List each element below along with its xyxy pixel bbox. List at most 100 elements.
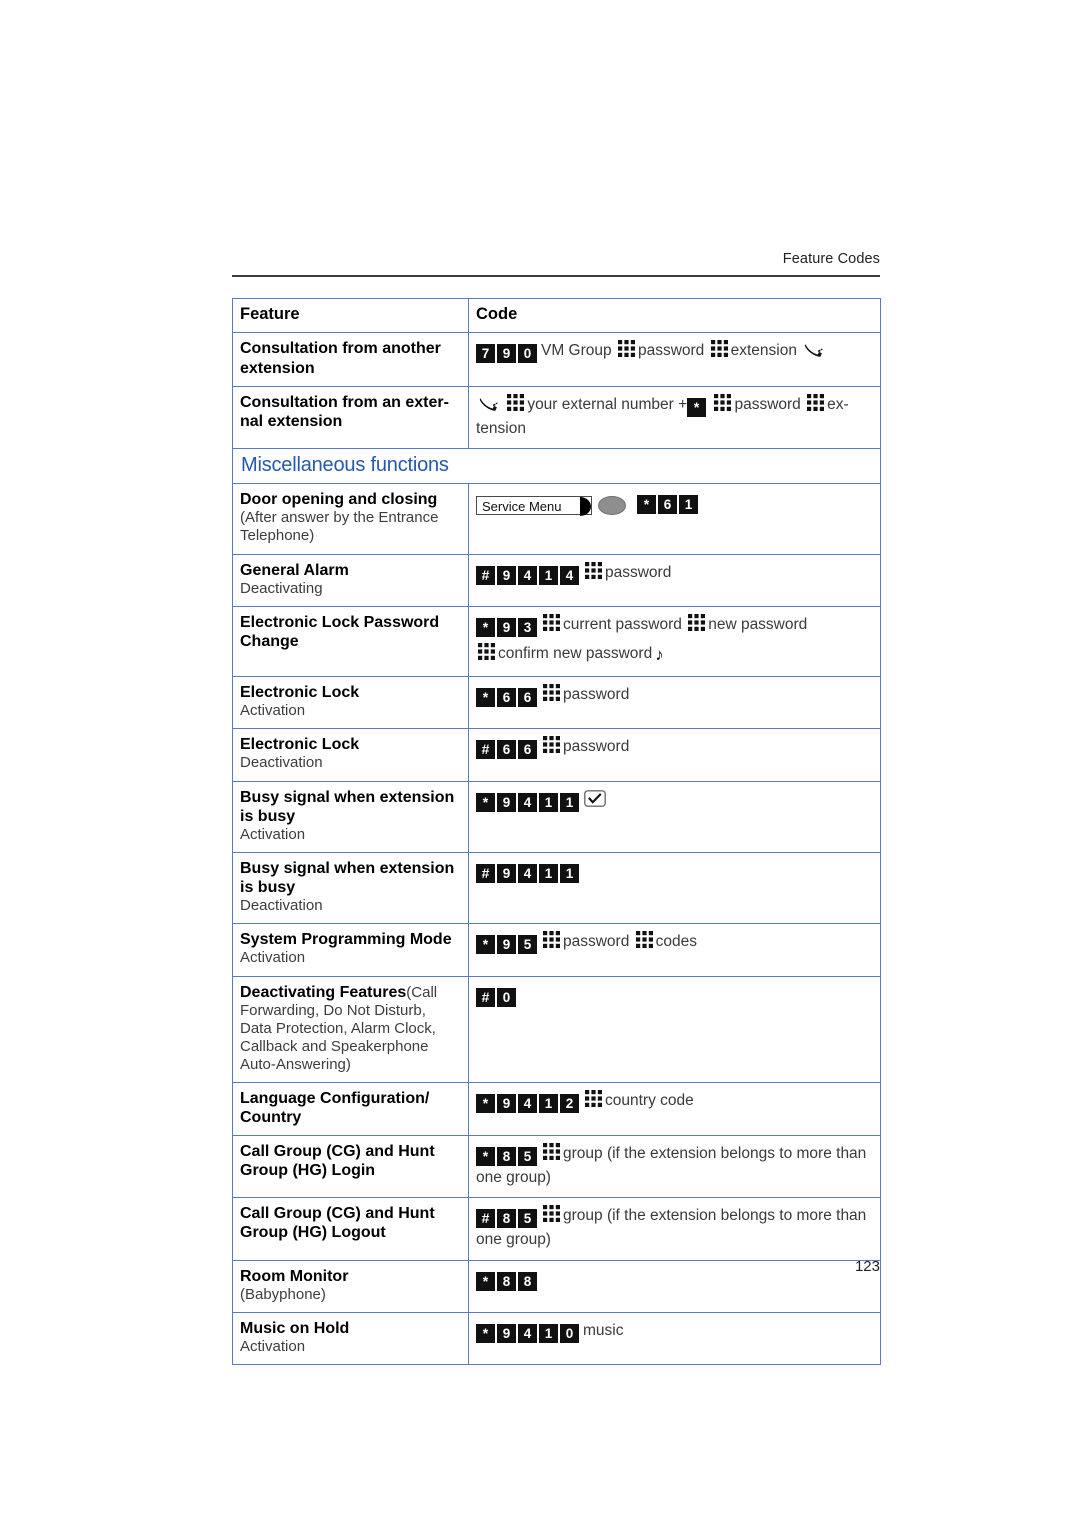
code-line: * 8 5 group (if the extension belongs to mo… xyxy=(476,1142,873,1190)
key-6b: 6 xyxy=(518,740,537,760)
code-line: * 9 4 1 1 xyxy=(476,788,873,812)
feature-cell: Busy signal when extension is busy Activ… xyxy=(232,780,469,853)
keypad-icon xyxy=(478,643,495,661)
service-menu-display: Service Menu xyxy=(476,494,633,518)
key-5: 5 xyxy=(518,935,537,955)
code-line: #0 xyxy=(476,983,873,1007)
key-8: 8 xyxy=(497,1146,516,1166)
feature-cell: Deactivating Features(Call Forwarding, D… xyxy=(232,975,469,1083)
feature-title: Busy signal when extension is busy xyxy=(240,859,455,896)
key-4: 4 xyxy=(518,792,537,812)
code-cell: 7 9 0 VM Group password extension xyxy=(468,332,881,387)
feature-title: Busy signal when extension is busy xyxy=(240,788,455,825)
feature-title: Language Configuration/ Country xyxy=(240,1089,430,1126)
keypad-icon xyxy=(807,393,825,411)
code-label-confirm-password: confirm new password xyxy=(498,645,653,663)
feature-cell: Call Group (CG) and Hunt Group (HG) Logo… xyxy=(232,1197,469,1261)
code-cell: #8 5 group (if the extension belongs to mo… xyxy=(468,1197,881,1261)
table-row: Electronic Lock Activation * 6 6 password xyxy=(232,675,881,730)
code-line: * 9 5 password codes xyxy=(476,930,873,955)
keypad-icon xyxy=(543,683,560,701)
table-row: Call Group (CG) and Hunt Group (HG) Logi… xyxy=(232,1134,881,1199)
table-header-row: Feature Code xyxy=(232,297,881,334)
table-row: Language Configuration/ Country * 9 4 1 2 cou… xyxy=(232,1081,881,1136)
key-star: * xyxy=(476,687,495,707)
feature-cell: Door opening and closing (After answer b… xyxy=(232,483,469,555)
code-line: #6 6 password xyxy=(476,735,873,760)
key-4: 4 xyxy=(518,1324,537,1344)
code-cell: * 9 5 password codes xyxy=(468,923,881,977)
column-header-code: Code xyxy=(468,297,881,334)
section-heading: Miscellaneous functions xyxy=(241,454,449,477)
key-star: * xyxy=(476,935,495,955)
keypad-icon xyxy=(543,1142,560,1160)
table-row: Call Group (CG) and Hunt Group (HG) Logo… xyxy=(232,1197,881,1261)
code-cell: * 6 6 password xyxy=(468,675,881,730)
keypad-icon xyxy=(543,1205,560,1223)
running-header-title: Feature Codes xyxy=(782,251,880,267)
key-9: 9 xyxy=(497,792,516,812)
key-hash: # xyxy=(476,863,495,883)
music-note-icon: ♪ xyxy=(655,645,664,665)
code-label-extension: extension xyxy=(730,342,797,360)
feature-title: Music on Hold xyxy=(240,1320,350,1338)
feature-cell: Electronic Lock Password Change xyxy=(232,606,469,677)
code-label-password: password xyxy=(563,933,630,951)
key-0: 0 xyxy=(497,987,516,1007)
feature-title: Call Group (CG) and Hunt Group (HG) Logi… xyxy=(240,1142,435,1179)
code-line: #9 4 1 1 xyxy=(476,859,873,883)
feature-title: Consultation from an exter- xyxy=(240,393,449,411)
checkmark-key-icon xyxy=(584,789,606,807)
key-5: 5 xyxy=(518,1209,537,1229)
table-row: Music on Hold Activation * 9 4 1 0 music xyxy=(232,1312,881,1366)
key-star: * xyxy=(476,618,495,638)
table-row: Consultation from an exter- nal extensio… xyxy=(232,385,881,450)
feature-title: Door opening and closing xyxy=(240,491,438,509)
feature-cell: Music on Hold Activation xyxy=(232,1312,469,1366)
key-0: 0 xyxy=(518,344,537,364)
keypad-icon xyxy=(585,561,602,579)
code-label-new-password: new password xyxy=(708,616,808,634)
document-page: Feature Codes Feature Code Consultation … xyxy=(0,0,1080,1528)
softkey-arrow-icon xyxy=(580,497,591,517)
header-rule xyxy=(232,274,880,277)
code-label-current-password: current password xyxy=(563,616,682,634)
feature-subtitle: Activation xyxy=(240,701,306,719)
keypad-icon xyxy=(585,1089,602,1107)
key-6: 6 xyxy=(497,687,516,707)
table-row: General Alarm Deactivating #9 4 1 4 password xyxy=(232,553,881,608)
feature-cell: Electronic Lock Deactivation xyxy=(232,728,469,782)
section-heading-row: Miscellaneous functions xyxy=(232,448,881,485)
keypad-icon xyxy=(617,340,635,358)
key-star: * xyxy=(476,792,495,812)
code-label-external-number: your external number + xyxy=(527,395,688,413)
feature-cell: Language Configuration/ Country xyxy=(232,1081,469,1136)
handset-icon xyxy=(803,341,824,358)
key-1b: 1 xyxy=(560,863,579,883)
key-hash: # xyxy=(476,1209,495,1229)
feature-title: Consultation from another extension xyxy=(240,340,441,377)
section-heading-cell: Miscellaneous functions xyxy=(232,448,881,485)
key-5: 5 xyxy=(518,1146,537,1166)
key-8: 8 xyxy=(497,1209,516,1229)
feature-title: Electronic Lock xyxy=(240,736,360,754)
feature-subtitle: (Babyphone) xyxy=(240,1285,326,1303)
code-cell: Service Menu * 6 1 xyxy=(468,483,881,555)
code-cell: * 8 5 group (if the extension belongs to mo… xyxy=(468,1134,881,1199)
keypad-icon xyxy=(507,393,525,411)
code-line: Service Menu * 6 1 xyxy=(476,490,873,518)
code-line: #9 4 1 4 password xyxy=(476,561,873,585)
code-cell: your external number + * password ex-tens… xyxy=(468,385,881,450)
keypad-icon xyxy=(688,614,706,632)
feature-subtitle: Deactivation xyxy=(240,896,323,914)
table-row: Door opening and closing (After answer b… xyxy=(232,483,881,555)
key-1: 1 xyxy=(539,863,558,883)
key-star: * xyxy=(687,397,707,417)
key-9: 9 xyxy=(497,1093,516,1113)
key-2: 2 xyxy=(560,1093,579,1113)
key-4b: 4 xyxy=(560,565,579,585)
feature-cell: Call Group (CG) and Hunt Group (HG) Logi… xyxy=(232,1134,469,1199)
key-star: * xyxy=(476,1324,495,1344)
key-9: 9 xyxy=(497,863,516,883)
page-number: 123 xyxy=(854,1258,880,1275)
